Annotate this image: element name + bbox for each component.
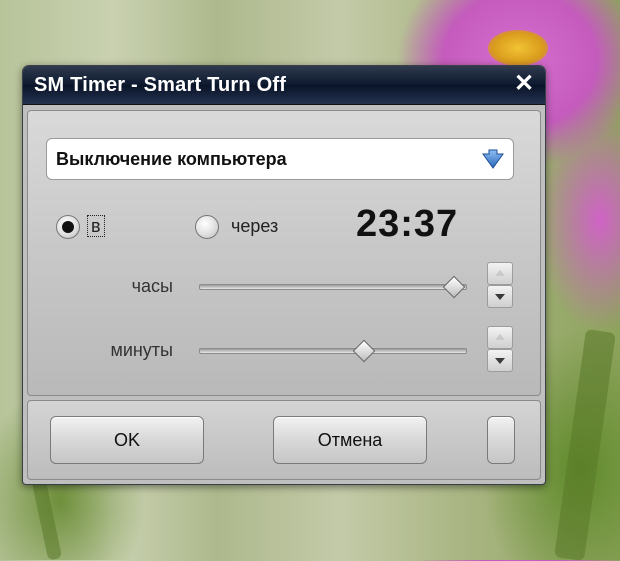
focus-indicator: в (87, 215, 105, 237)
hours-slider[interactable] (199, 284, 467, 290)
extra-button[interactable] (487, 416, 515, 464)
minutes-decrement-button[interactable] (487, 349, 513, 372)
hours-label: часы (131, 276, 173, 296)
window-title: SM Timer - Smart Turn Off (34, 74, 287, 96)
radio-after-delay-label[interactable]: через (231, 216, 278, 237)
radio-at-time[interactable] (56, 215, 80, 239)
hours-increment-button[interactable] (487, 262, 513, 285)
action-dropdown-value: Выключение компьютера (56, 149, 287, 169)
timer-dialog: SM Timer - Smart Turn Off ✕ Выключение к… (22, 65, 546, 485)
title-bar[interactable]: SM Timer - Smart Turn Off ✕ (23, 66, 545, 105)
wallpaper-flower-center (488, 30, 548, 66)
action-dropdown[interactable]: Выключение компьютера (46, 138, 514, 180)
cancel-button[interactable]: Отмена (273, 416, 427, 464)
chevron-down-icon[interactable] (481, 148, 505, 170)
radio-at-time-label[interactable]: в (87, 215, 105, 237)
hours-decrement-button[interactable] (487, 285, 513, 308)
time-display: 23:37 (356, 203, 459, 245)
ok-button[interactable]: OK (50, 416, 204, 464)
hours-spinner (487, 262, 513, 308)
wallpaper-stem (31, 479, 63, 561)
close-button[interactable]: ✕ (511, 71, 537, 97)
minutes-increment-button[interactable] (487, 326, 513, 349)
wallpaper-stem (554, 329, 616, 561)
radio-selected-dot (62, 221, 74, 233)
minutes-slider[interactable] (199, 348, 467, 354)
minutes-spinner (487, 326, 513, 372)
radio-after-delay[interactable] (195, 215, 219, 239)
minutes-label: минуты (110, 340, 173, 360)
